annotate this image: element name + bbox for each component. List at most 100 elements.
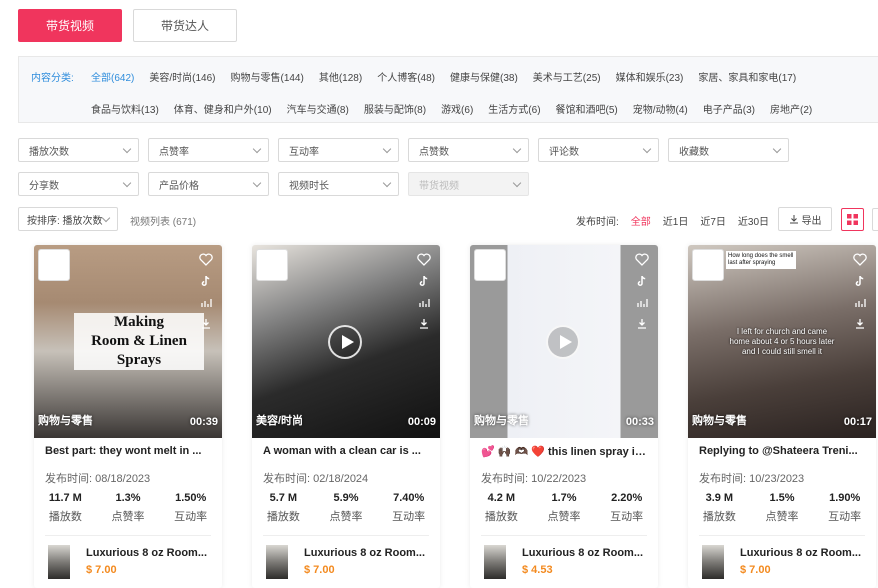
stat-label: 互动率 — [828, 511, 862, 523]
stat-label: 点赞率 — [329, 511, 363, 523]
download-icon[interactable] — [419, 318, 429, 329]
filter-select[interactable]: 互动率 — [278, 138, 399, 162]
grid-view-button[interactable] — [841, 208, 864, 231]
filter-select[interactable]: 播放次数 — [18, 138, 139, 162]
avatar[interactable] — [38, 249, 70, 281]
product-item[interactable]: Luxurious 8 oz Room... $ 7.00 — [266, 545, 431, 579]
video-thumbnail[interactable]: 美容/时尚 00:09 — [252, 245, 440, 438]
product-price: $ 7.00 — [86, 564, 117, 576]
category-item[interactable]: 美容/时尚(146) — [149, 69, 215, 84]
tab-video[interactable]: 带货视频 — [18, 9, 122, 42]
category-item[interactable]: 生活方式(6) — [488, 101, 540, 116]
category-item[interactable]: 体育、健身和户外(10) — [174, 101, 272, 116]
category-item[interactable]: 游戏(6) — [441, 101, 473, 116]
filter-select-label: 评论数 — [549, 146, 579, 158]
video-stats: 3.9 M 播放数 1.5% 点赞率 1.90% 互动率 — [688, 492, 876, 524]
category-item[interactable]: 房地产(2) — [770, 101, 812, 116]
avatar[interactable] — [474, 249, 506, 281]
product-item[interactable]: Luxurious 8 oz Room... $ 7.00 — [702, 545, 867, 579]
trend-icon[interactable] — [418, 297, 430, 308]
category-label: 内容分类: — [31, 73, 74, 84]
time-filter: 发布时间: 全部 近1日 近7日 近30日 — [576, 213, 769, 228]
trend-icon[interactable] — [200, 297, 212, 308]
tab-creator[interactable]: 带货达人 — [133, 9, 237, 42]
time-option-all[interactable]: 全部 — [631, 213, 651, 228]
heart-icon[interactable] — [199, 253, 213, 266]
filter-select[interactable]: 产品价格 — [148, 172, 269, 196]
stat-like-rate: 1.3% 点赞率 — [97, 492, 160, 524]
category-item[interactable]: 全部(642) — [91, 69, 134, 84]
video-title[interactable]: 💕 🙌🏿 🫶🏿 ❤️ this linen spray is... — [481, 445, 649, 458]
video-card[interactable]: Making Room & Linen Sprays 购物与零售 00:39 Best p… — [34, 245, 222, 588]
category-item[interactable]: 家居、家具和家电(17) — [698, 69, 796, 84]
category-item[interactable]: 宠物/动物(4) — [633, 101, 688, 116]
category-item[interactable]: 餐馆和酒吧(5) — [556, 101, 618, 116]
tiktok-icon[interactable] — [419, 276, 429, 287]
category-item[interactable]: 美术与工艺(25) — [533, 69, 601, 84]
category-item[interactable]: 食品与饮料(13) — [91, 101, 159, 116]
stat-label: 互动率 — [610, 511, 644, 523]
category-item[interactable]: 电子产品(3) — [703, 101, 755, 116]
filter-select-label: 点赞率 — [159, 146, 189, 158]
trend-icon[interactable] — [636, 297, 648, 308]
video-thumbnail[interactable]: How long does the smell last after spray… — [688, 245, 876, 438]
list-view-button[interactable] — [872, 208, 878, 231]
filter-select[interactable]: 点赞数 — [408, 138, 529, 162]
video-thumbnail[interactable]: Making Room & Linen Sprays 购物与零售 00:39 — [34, 245, 222, 438]
tiktok-icon[interactable] — [201, 276, 211, 287]
product-item[interactable]: Luxurious 8 oz Room... $ 7.00 — [48, 545, 213, 579]
category-item[interactable]: 健康与保健(38) — [450, 69, 518, 84]
product-item[interactable]: Luxurious 8 oz Room... $ 4.53 — [484, 545, 649, 579]
heart-icon[interactable] — [635, 253, 649, 266]
overlay-line: Sprays — [116, 352, 162, 368]
filter-select-label: 带货视频 — [419, 180, 459, 192]
play-icon[interactable] — [328, 325, 362, 359]
play-icon[interactable] — [546, 325, 580, 359]
duration: 00:17 — [843, 416, 872, 428]
video-card[interactable]: How long does the smell last after spray… — [688, 245, 876, 588]
category-item[interactable]: 个人博客(48) — [377, 69, 435, 84]
duration: 00:39 — [189, 416, 218, 428]
time-option-7d[interactable]: 近7日 — [700, 213, 726, 228]
side-actions — [416, 253, 432, 329]
tiktok-icon[interactable] — [637, 276, 647, 287]
stat-label: 互动率 — [174, 511, 208, 523]
heart-icon[interactable] — [853, 253, 867, 266]
tiktok-icon[interactable] — [855, 276, 865, 287]
stat-value: 11.7 M — [48, 492, 82, 504]
time-option-30d[interactable]: 近30日 — [738, 213, 769, 228]
time-option-1d[interactable]: 近1日 — [663, 213, 689, 228]
category-item[interactable]: 服装与配饰(8) — [364, 101, 426, 116]
avatar[interactable] — [692, 249, 724, 281]
category-item[interactable]: 汽车与交通(8) — [287, 101, 349, 116]
video-title[interactable]: A woman with a clean car is ... — [263, 445, 431, 457]
video-title[interactable]: Replying to @Shateera Treni... — [699, 445, 867, 457]
stat-label: 点赞率 — [111, 511, 145, 523]
filter-row-1: 播放次数 点赞率 互动率 点赞数 评论数 收藏数 — [18, 138, 789, 162]
export-button[interactable]: 导出 — [778, 207, 832, 231]
filter-select[interactable]: 分享数 — [18, 172, 139, 196]
stat-label: 播放数 — [702, 511, 736, 523]
heart-icon[interactable] — [417, 253, 431, 266]
video-card[interactable]: 美容/时尚 00:09 A woman with a clean car is ..… — [252, 245, 440, 588]
video-list-count: 视频列表 (671) — [130, 217, 197, 228]
video-title[interactable]: Best part: they wont melt in ... — [45, 445, 213, 457]
filter-select[interactable]: 评论数 — [538, 138, 659, 162]
category-item[interactable]: 购物与零售(144) — [230, 69, 303, 84]
avatar[interactable] — [256, 249, 288, 281]
download-icon[interactable] — [201, 318, 211, 329]
stat-value: 7.40% — [393, 492, 425, 504]
video-card[interactable]: 购物与零售 00:33 💕 🙌🏿 🫶🏿 ❤️ this linen spray is… — [470, 245, 658, 588]
side-actions — [198, 253, 214, 329]
video-thumbnail[interactable]: 购物与零售 00:33 — [470, 245, 658, 438]
download-icon[interactable] — [855, 318, 865, 329]
trend-icon[interactable] — [854, 297, 866, 308]
category-item[interactable]: 媒体和娱乐(23) — [616, 69, 684, 84]
filter-select[interactable]: 点赞率 — [148, 138, 269, 162]
filter-select[interactable]: 收藏数 — [668, 138, 789, 162]
download-icon[interactable] — [637, 318, 647, 329]
category-item[interactable]: 其他(128) — [319, 69, 362, 84]
filter-select[interactable]: 视频时长 — [278, 172, 399, 196]
stat-label: 互动率 — [392, 511, 426, 523]
sort-select[interactable]: 按排序: 播放次数 — [18, 207, 118, 231]
